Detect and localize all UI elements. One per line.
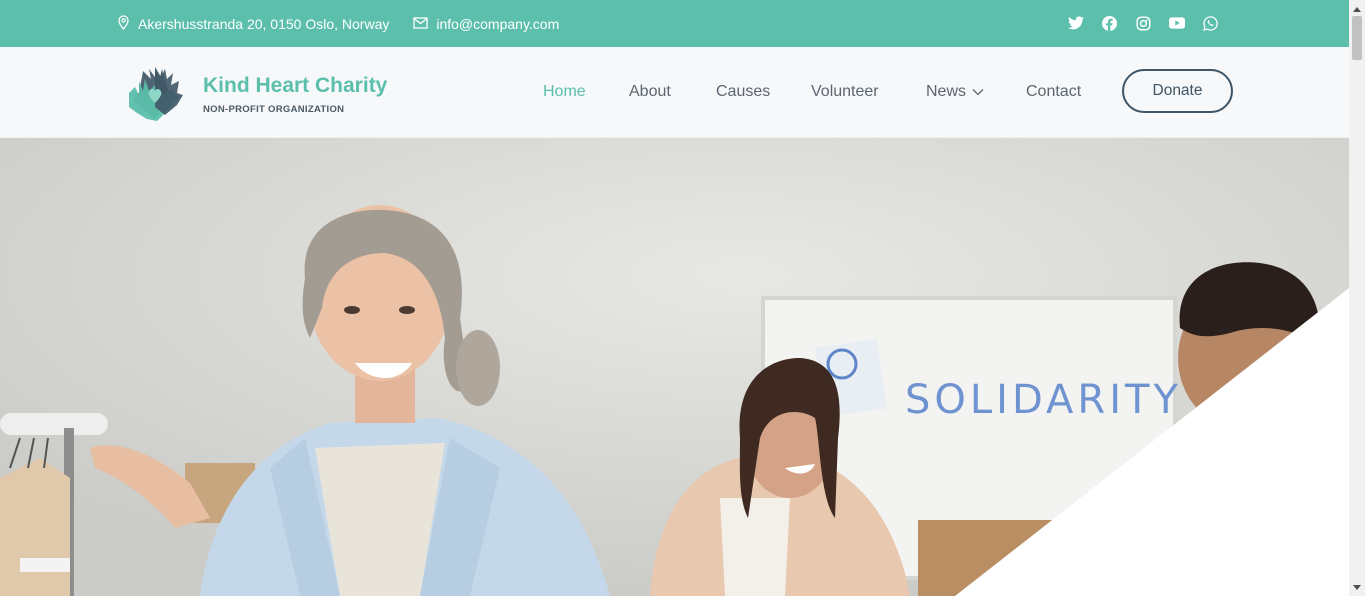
page-scrollbar[interactable] <box>1349 0 1365 596</box>
facebook-icon[interactable] <box>1100 13 1120 33</box>
scroll-down-icon[interactable] <box>1349 580 1365 594</box>
nav-home-label: Home <box>543 83 586 100</box>
site-header: Kind Heart Charity NON-PROFIT ORGANIZATI… <box>0 47 1349 138</box>
nav-volunteer[interactable]: Volunteer <box>811 83 879 101</box>
brand-subtitle: NON-PROFIT ORGANIZATION <box>203 104 345 115</box>
address-item: Akershusstranda 20, 0150 Oslo, Norway <box>117 14 390 33</box>
scroll-thumb[interactable] <box>1352 16 1362 60</box>
whatsapp-icon[interactable] <box>1200 13 1220 33</box>
hero-banner: SOLIDARITY <box>0 138 1349 596</box>
nav-causes-label: Causes <box>716 83 771 100</box>
scroll-up-icon[interactable] <box>1349 2 1365 16</box>
nav-news[interactable]: News <box>926 83 984 101</box>
nav-contact-label: Contact <box>1026 83 1082 100</box>
nav-volunteer-label: Volunteer <box>811 83 879 100</box>
contact-info: Akershusstranda 20, 0150 Oslo, Norway in… <box>117 0 583 47</box>
email-link[interactable]: info@company.com <box>436 16 559 32</box>
charity-logo[interactable] <box>125 63 187 125</box>
whiteboard-text: SOLIDARITY <box>905 377 1182 423</box>
chevron-down-icon <box>966 83 984 101</box>
nav-about-label: About <box>629 83 671 100</box>
nav-home[interactable]: Home <box>543 83 586 101</box>
envelope-icon <box>413 16 436 32</box>
donate-button[interactable]: Donate <box>1122 69 1233 113</box>
nav-causes[interactable]: Causes <box>716 83 770 101</box>
brand-title[interactable]: Kind Heart Charity <box>203 74 387 98</box>
top-bar: Akershusstranda 20, 0150 Oslo, Norway in… <box>0 0 1349 47</box>
instagram-icon[interactable] <box>1133 13 1153 33</box>
youtube-icon[interactable] <box>1167 13 1187 33</box>
hero-image: SOLIDARITY <box>0 138 1349 596</box>
nav-news-label: News <box>926 83 967 100</box>
location-pin-icon <box>117 14 138 33</box>
email-item[interactable]: info@company.com <box>413 16 559 32</box>
nav-contact[interactable]: Contact <box>1026 83 1081 101</box>
twitter-icon[interactable] <box>1066 13 1086 33</box>
address-text: Akershusstranda 20, 0150 Oslo, Norway <box>138 15 390 32</box>
nav-about[interactable]: About <box>629 83 671 101</box>
social-links <box>1066 13 1234 33</box>
